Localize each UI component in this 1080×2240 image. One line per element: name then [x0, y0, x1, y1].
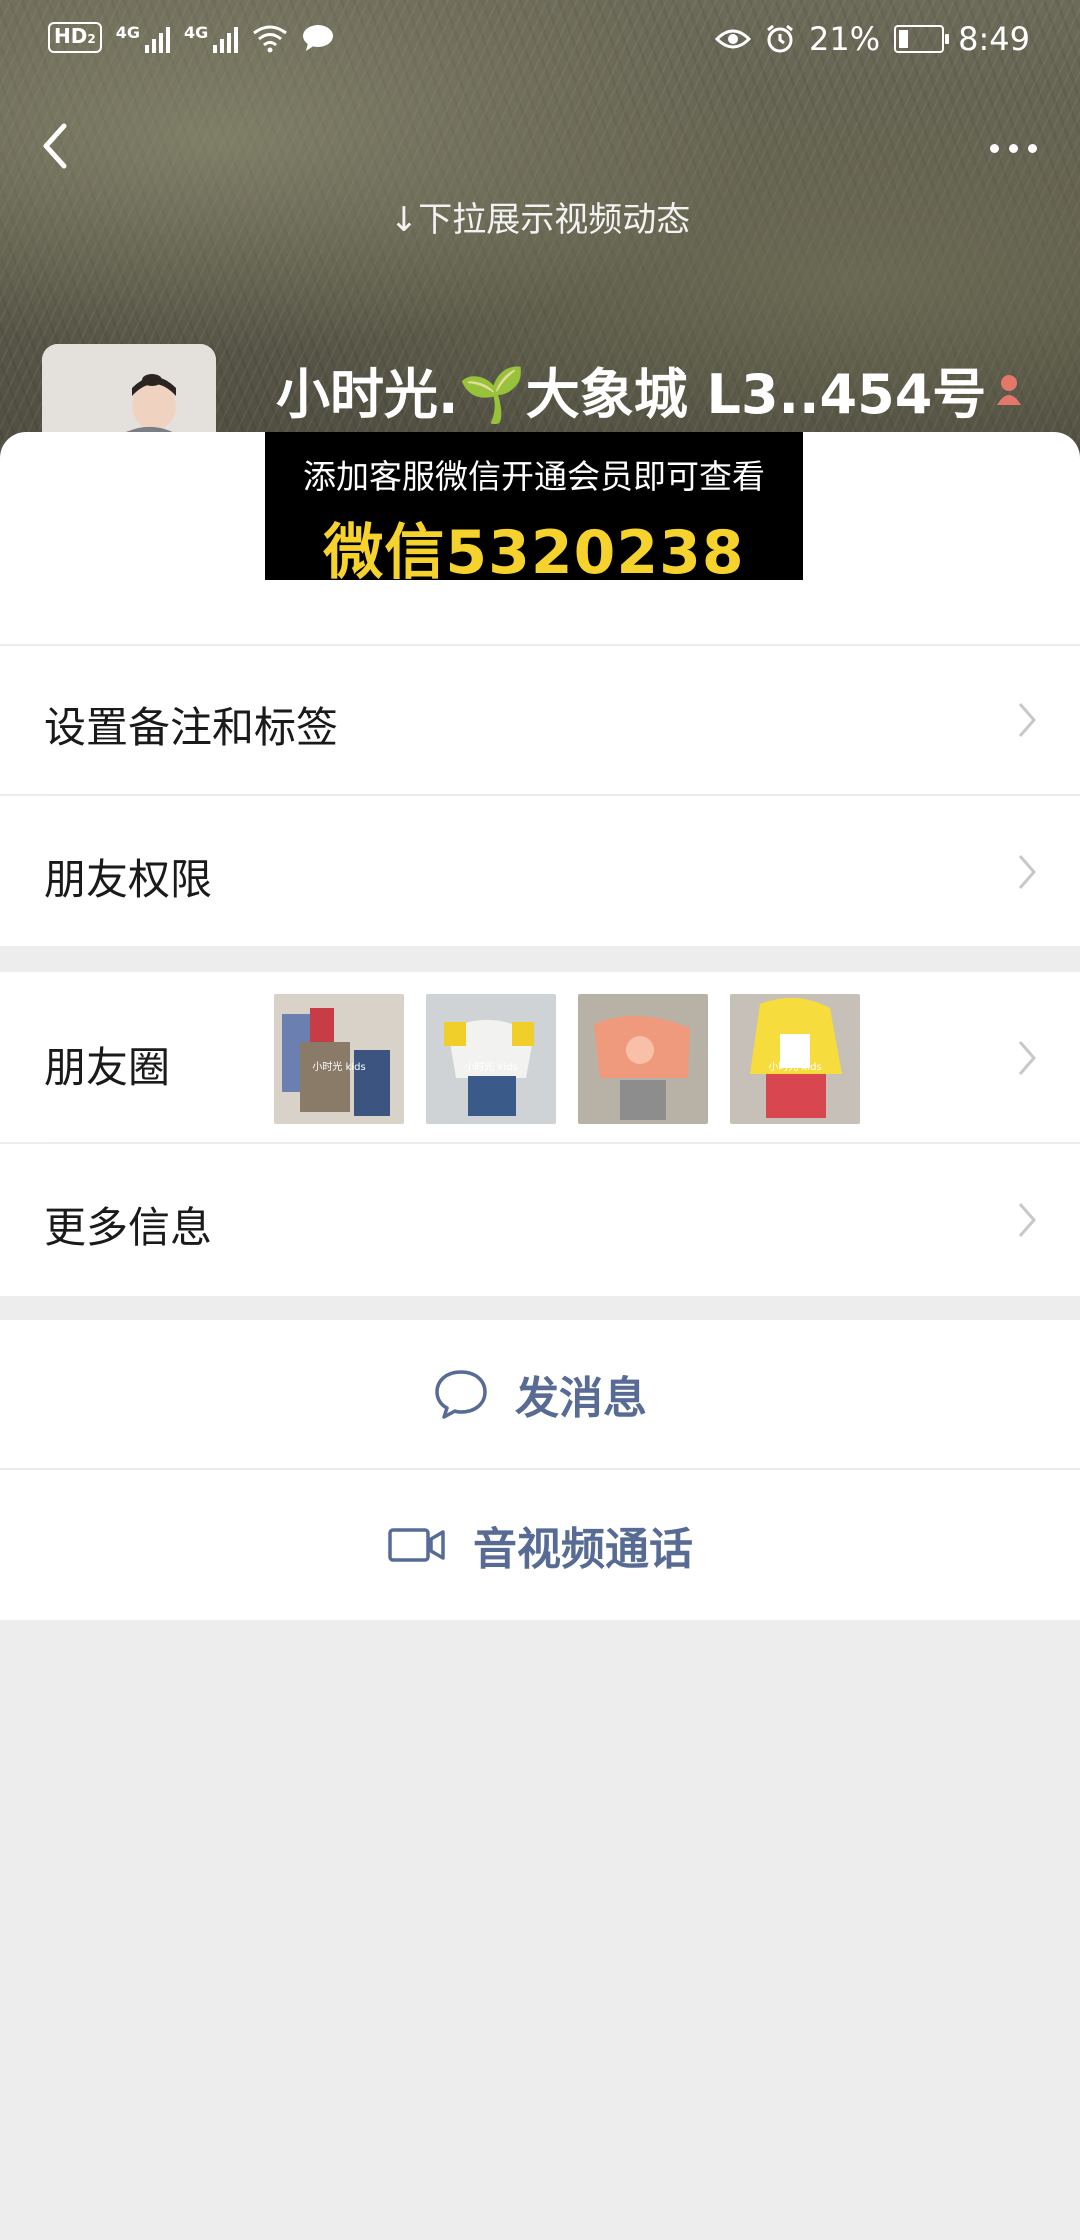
battery-percent: 21%	[809, 20, 881, 58]
chevron-left-icon	[43, 123, 67, 169]
remark-and-tags-label: 设置备注和标签	[44, 703, 339, 752]
chat-notification-icon	[303, 24, 334, 51]
status-figure-icon	[997, 374, 1022, 405]
network-type-1: 4G	[115, 22, 140, 42]
moments-thumb[interactable]: 小时光 kids	[426, 994, 556, 1124]
signal-icon-1: 4G	[116, 23, 170, 53]
wifi-icon	[253, 25, 288, 52]
signal-icon-2: 4G	[183, 22, 239, 53]
back-button[interactable]	[36, 120, 76, 172]
moments-thumb[interactable]: 小时光 kids	[274, 994, 404, 1124]
chevron-right-icon	[1018, 1203, 1036, 1237]
moments-label: 朋友圈	[44, 1043, 171, 1092]
chevron-right-icon	[1018, 1041, 1036, 1075]
more-dots-icon	[990, 143, 999, 153]
thumb-caption: 小时光 kids	[312, 1062, 366, 1073]
moments-thumbnails: 小时光 kids 小时光 kids 小时光 kids	[274, 994, 860, 1124]
video-call-label: 音视频通话	[473, 1524, 693, 1575]
moments-thumb[interactable]: 小时光 kids	[730, 994, 860, 1124]
hd-icon: HD2	[48, 22, 102, 53]
video-camera-icon	[388, 1528, 445, 1562]
chevron-right-icon	[1018, 703, 1036, 737]
thumb-caption: 小时光 kids	[768, 1062, 822, 1073]
thumb-caption: 小时光 kids	[464, 1062, 518, 1073]
eye-icon	[715, 29, 752, 49]
nickname-text: 小时光.🌱大象城 L3..454号	[276, 363, 987, 426]
network-type-2: 4G	[183, 22, 209, 42]
battery-icon	[894, 25, 950, 53]
chat-bubble-icon	[435, 1370, 487, 1419]
promo-line-1: 添加客服微信开通会员即可查看	[303, 457, 765, 496]
hd-sub-label: 2	[87, 32, 96, 46]
video-call-button[interactable]: 音视频通话	[0, 1470, 1080, 1620]
moments-row[interactable]: 朋友圈 小时光 kids 小时光 kids 小时光 kids	[0, 972, 1080, 1142]
clock: 8:49	[958, 20, 1030, 58]
pull-down-hint: ↓下拉展示视频动态	[389, 200, 691, 240]
status-bar: HD2 4G 4G 21% 8:49	[0, 0, 1080, 80]
moments-thumb[interactable]	[578, 994, 708, 1124]
more-info-label: 更多信息	[44, 1203, 213, 1252]
send-message-button[interactable]: 发消息	[0, 1320, 1080, 1468]
nickname: 小时光.🌱大象城 L3..454号	[276, 350, 1024, 429]
promo-line-2: 微信5320238	[323, 518, 745, 588]
more-button[interactable]	[990, 128, 1046, 168]
friend-permission-label: 朋友权限	[44, 855, 213, 904]
remark-and-tags-row[interactable]: 设置备注和标签	[0, 646, 1080, 794]
send-message-label: 发消息	[515, 1373, 647, 1424]
alarm-icon	[767, 24, 793, 53]
chevron-right-icon	[1018, 855, 1036, 889]
hd-label: HD	[54, 24, 88, 48]
promo-banner: 添加客服微信开通会员即可查看 微信5320238	[265, 432, 803, 588]
friend-permission-row[interactable]: 朋友权限	[0, 796, 1080, 946]
more-info-row[interactable]: 更多信息	[0, 1144, 1080, 1296]
